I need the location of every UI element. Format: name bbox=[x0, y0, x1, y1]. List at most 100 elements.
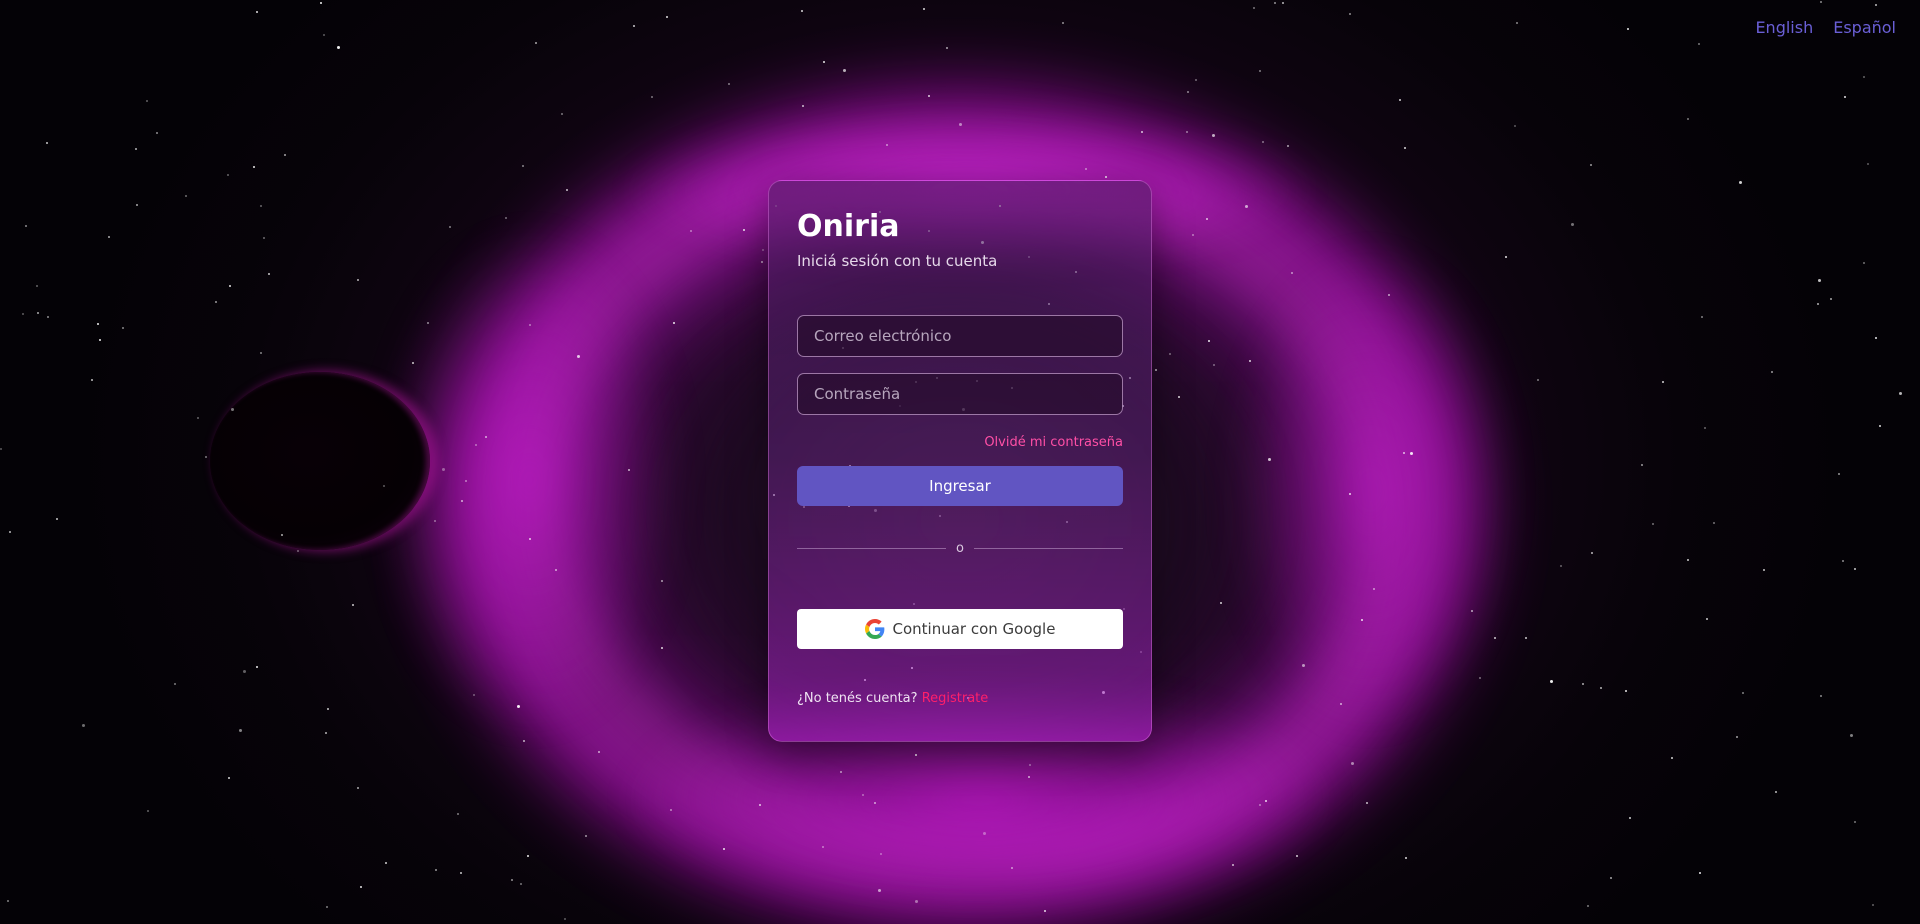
star bbox=[1879, 425, 1881, 427]
star bbox=[465, 480, 467, 482]
star bbox=[91, 379, 93, 381]
star bbox=[360, 886, 362, 888]
language-switcher: English Español bbox=[1755, 18, 1896, 37]
star bbox=[7, 900, 9, 902]
star bbox=[1842, 560, 1844, 562]
star bbox=[946, 47, 948, 49]
language-spanish-link[interactable]: Español bbox=[1833, 18, 1896, 37]
star bbox=[880, 853, 882, 855]
star bbox=[535, 42, 537, 44]
star bbox=[1590, 164, 1592, 166]
star bbox=[1208, 340, 1210, 342]
star bbox=[1405, 857, 1407, 859]
star bbox=[1192, 234, 1194, 236]
star bbox=[228, 777, 230, 779]
password-field[interactable] bbox=[797, 373, 1123, 415]
star bbox=[561, 113, 563, 115]
star bbox=[1351, 762, 1354, 765]
star bbox=[136, 204, 138, 206]
star bbox=[268, 273, 270, 275]
star bbox=[1610, 877, 1612, 879]
star bbox=[122, 327, 124, 329]
star bbox=[1671, 757, 1673, 759]
star bbox=[1863, 76, 1865, 78]
star bbox=[915, 900, 918, 903]
star bbox=[385, 862, 387, 864]
star bbox=[1687, 559, 1689, 561]
star bbox=[823, 61, 825, 63]
star bbox=[1627, 28, 1629, 30]
star bbox=[260, 205, 262, 207]
signup-prompt: ¿No tenés cuenta? bbox=[797, 691, 918, 706]
star bbox=[1838, 473, 1840, 475]
star bbox=[628, 469, 630, 471]
star bbox=[37, 312, 39, 314]
star bbox=[527, 855, 529, 857]
star bbox=[1388, 294, 1390, 296]
signup-link[interactable]: Registrate bbox=[922, 691, 989, 706]
star bbox=[197, 417, 199, 419]
star bbox=[326, 906, 328, 908]
star bbox=[1265, 800, 1267, 802]
star bbox=[1349, 13, 1351, 15]
star bbox=[1742, 692, 1744, 694]
star bbox=[435, 869, 437, 871]
star bbox=[1044, 910, 1046, 912]
star bbox=[843, 69, 846, 72]
star bbox=[1366, 802, 1368, 804]
language-english-link[interactable]: English bbox=[1755, 18, 1813, 37]
star bbox=[147, 810, 149, 812]
star bbox=[1302, 664, 1305, 667]
star bbox=[761, 261, 763, 263]
star bbox=[1571, 223, 1574, 226]
app-title: Oniria bbox=[797, 209, 900, 244]
star bbox=[1253, 7, 1255, 9]
star bbox=[1850, 734, 1853, 737]
forgot-password-link[interactable]: Olvidé mi contraseña bbox=[984, 435, 1123, 450]
star bbox=[1641, 464, 1643, 466]
star bbox=[256, 666, 258, 668]
star bbox=[434, 520, 436, 522]
forgot-password-row: Olvidé mi contraseña bbox=[797, 431, 1123, 450]
star bbox=[174, 683, 176, 685]
login-button[interactable]: Ingresar bbox=[797, 466, 1123, 506]
star bbox=[886, 144, 888, 146]
star bbox=[1212, 134, 1215, 137]
or-divider: o bbox=[797, 539, 1123, 557]
star bbox=[1698, 43, 1700, 45]
star bbox=[1220, 602, 1222, 604]
star bbox=[1479, 677, 1481, 679]
star bbox=[1652, 523, 1654, 525]
star bbox=[475, 444, 477, 446]
star bbox=[1028, 776, 1030, 778]
star bbox=[1373, 588, 1375, 590]
star bbox=[1282, 2, 1284, 4]
star bbox=[529, 538, 531, 540]
star bbox=[1899, 392, 1902, 395]
star bbox=[442, 468, 445, 471]
star bbox=[1268, 458, 1271, 461]
star bbox=[1854, 568, 1856, 570]
star bbox=[1011, 867, 1013, 869]
star bbox=[1141, 131, 1143, 133]
star bbox=[46, 142, 48, 144]
star bbox=[146, 100, 148, 102]
star bbox=[253, 166, 255, 168]
star bbox=[357, 787, 359, 789]
google-signin-button[interactable]: Continuar con Google bbox=[797, 609, 1123, 649]
star bbox=[185, 195, 187, 197]
star bbox=[522, 165, 524, 167]
star bbox=[822, 846, 824, 848]
star bbox=[723, 848, 725, 850]
signup-row: ¿No tenés cuenta? Registrate bbox=[797, 691, 1123, 706]
star bbox=[449, 226, 451, 228]
star bbox=[1287, 145, 1289, 147]
email-field[interactable] bbox=[797, 315, 1123, 357]
star bbox=[1399, 99, 1401, 101]
star bbox=[297, 550, 299, 552]
star bbox=[1875, 337, 1877, 339]
star bbox=[383, 485, 385, 487]
star bbox=[323, 34, 325, 36]
divider-line-left bbox=[797, 547, 947, 549]
star bbox=[743, 229, 745, 231]
